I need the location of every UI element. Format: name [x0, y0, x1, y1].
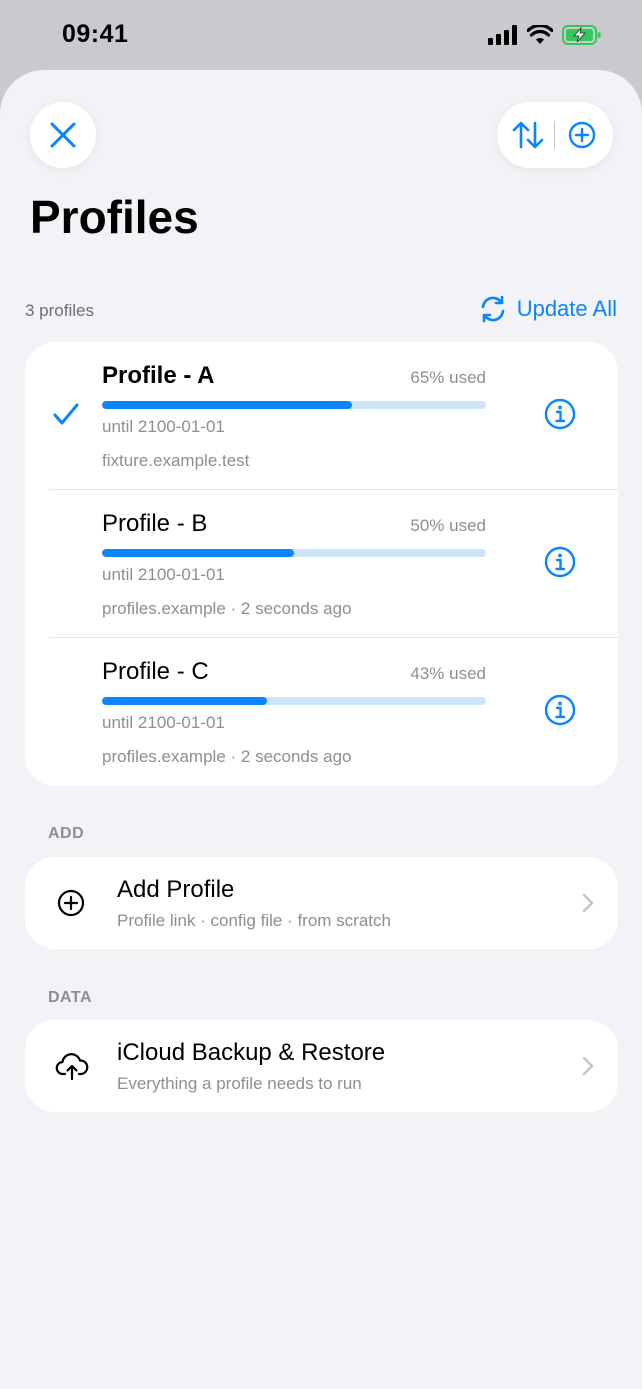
checkmark-icon — [53, 403, 79, 425]
add-profile-subtitle: Profile link · config file · from scratc… — [117, 911, 391, 930]
icloud-backup-row[interactable]: iCloud Backup & Restore Everything a pro… — [25, 1020, 618, 1112]
profile-name: Profile - B — [102, 510, 208, 537]
refresh-icon — [481, 295, 505, 323]
usage-bar — [102, 697, 486, 705]
profile-count: 3 profiles — [25, 301, 94, 320]
sort-button[interactable] — [508, 115, 548, 155]
profile-expiry: until 2100-01-01 — [102, 713, 225, 732]
usage-bar — [102, 401, 486, 409]
icloud-backup-title: iCloud Backup & Restore — [117, 1039, 386, 1066]
icloud-backup-subtitle: Everything a profile needs to run — [117, 1074, 362, 1093]
status-bar: 09:41 — [0, 0, 642, 72]
chevron-right-icon — [582, 1056, 594, 1076]
cloud-upload-icon — [55, 1053, 89, 1080]
profile-usage: 65% used — [410, 368, 486, 387]
profile-source: profiles.example · 2 seconds ago — [102, 599, 352, 618]
profile-info-button[interactable] — [544, 694, 576, 731]
cellular-signal-icon — [488, 25, 517, 45]
info-icon — [544, 398, 576, 430]
sort-arrows-icon — [512, 121, 544, 149]
profile-expiry: until 2100-01-01 — [102, 417, 225, 436]
usage-bar-fill — [102, 549, 294, 557]
add-profile-row[interactable]: Add Profile Profile link · config file ·… — [25, 857, 618, 949]
profile-expiry: until 2100-01-01 — [102, 565, 225, 584]
profile-usage: 50% used — [410, 516, 486, 535]
info-icon — [544, 694, 576, 726]
profile-source: fixture.example.test — [102, 451, 250, 470]
plus-circle-icon — [568, 121, 596, 149]
chevron-right-icon — [582, 893, 594, 913]
page-title: Profiles — [30, 191, 199, 243]
profile-name: Profile - C — [102, 658, 209, 685]
profile-row-a[interactable]: Profile - A 65% used until 2100-01-01 fi… — [25, 342, 618, 490]
wifi-icon — [527, 25, 553, 44]
status-icons — [488, 24, 602, 46]
profile-info-button[interactable] — [544, 546, 576, 583]
profile-row-b[interactable]: Profile - B 50% used until 2100-01-01 pr… — [25, 490, 618, 638]
update-all-label: Update All — [516, 296, 617, 321]
section-header-data: DATA — [48, 989, 93, 1006]
toolbar-divider — [554, 121, 556, 149]
info-icon — [544, 546, 576, 578]
profile-usage: 43% used — [410, 664, 486, 683]
usage-bar-fill — [102, 401, 352, 409]
toolbar-pill — [497, 102, 613, 168]
profiles-list: Profile - A 65% used until 2100-01-01 fi… — [25, 342, 618, 786]
profiles-sheet: Profiles 3 profiles Update All Profile -… — [0, 70, 642, 1389]
usage-bar — [102, 549, 486, 557]
battery-charging-icon — [562, 25, 601, 45]
update-all-button[interactable]: Update All — [479, 295, 617, 323]
add-button[interactable] — [562, 115, 602, 155]
plus-circle-icon — [57, 889, 85, 917]
profile-name: Profile - A — [102, 362, 215, 389]
close-button[interactable] — [30, 102, 96, 168]
profile-info-button[interactable] — [544, 398, 576, 435]
close-icon — [50, 122, 76, 148]
section-header-add: ADD — [48, 825, 85, 842]
profile-source: profiles.example · 2 seconds ago — [102, 747, 352, 766]
profile-row-c[interactable]: Profile - C 43% used until 2100-01-01 pr… — [25, 638, 618, 786]
add-profile-title: Add Profile — [117, 876, 235, 903]
usage-bar-fill — [102, 697, 268, 705]
status-time: 09:41 — [62, 20, 129, 48]
